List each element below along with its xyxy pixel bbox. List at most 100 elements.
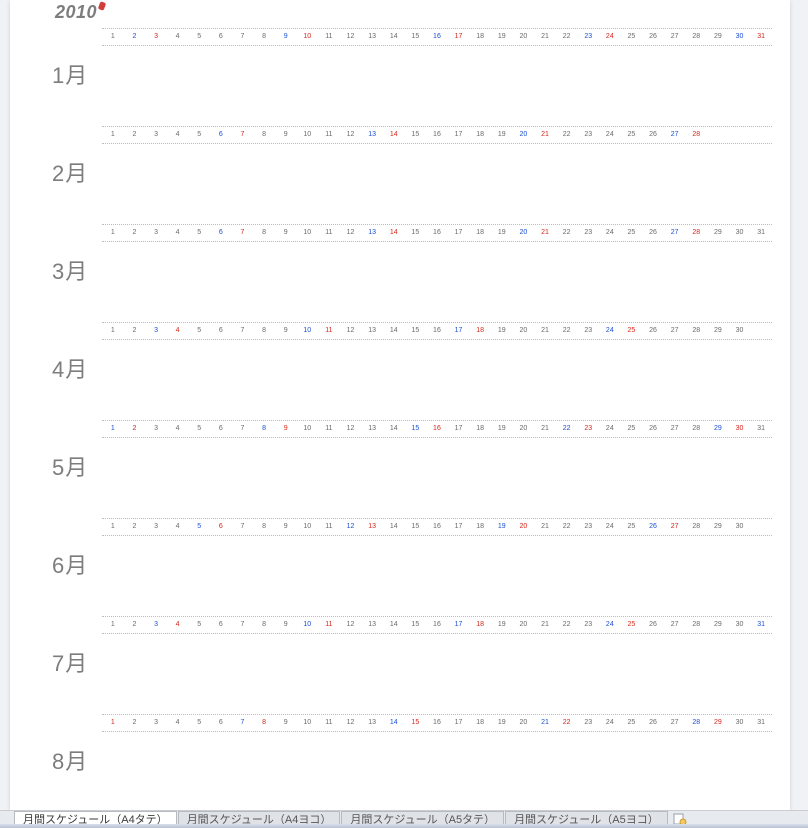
day-number: 17 [448, 127, 470, 143]
day-number: 12 [340, 127, 362, 143]
day-number: 31 [750, 225, 772, 241]
day-number: 17 [448, 519, 470, 535]
day-number: 23 [577, 29, 599, 45]
day-number: 3 [145, 421, 167, 437]
day-number: 22 [556, 715, 578, 731]
day-number: 15 [405, 127, 427, 143]
day-number: 13 [361, 225, 383, 241]
day-number: 21 [534, 421, 556, 437]
day-number-row: 1234567891011121314151617181920212223242… [102, 714, 772, 732]
day-number [750, 323, 772, 339]
day-number: 22 [556, 29, 578, 45]
day-number: 13 [361, 127, 383, 143]
day-number: 15 [405, 225, 427, 241]
day-number: 10 [296, 519, 318, 535]
month-block: 1234567891011121314151617181920212223242… [10, 224, 790, 322]
day-number: 12 [340, 421, 362, 437]
day-number: 31 [750, 715, 772, 731]
day-number: 23 [577, 323, 599, 339]
day-number: 30 [729, 421, 751, 437]
day-number: 18 [469, 127, 491, 143]
day-number: 7 [232, 127, 254, 143]
day-number: 16 [426, 225, 448, 241]
day-number: 22 [556, 421, 578, 437]
day-number: 25 [621, 715, 643, 731]
day-number: 13 [361, 617, 383, 633]
day-number: 26 [642, 617, 664, 633]
day-number: 15 [405, 29, 427, 45]
day-number: 19 [491, 323, 513, 339]
day-number: 30 [729, 323, 751, 339]
day-number: 5 [188, 617, 210, 633]
day-number: 16 [426, 715, 448, 731]
day-number: 21 [534, 519, 556, 535]
day-number: 29 [707, 519, 729, 535]
day-number: 30 [729, 617, 751, 633]
day-number: 22 [556, 225, 578, 241]
day-number: 2 [124, 29, 146, 45]
day-number: 9 [275, 519, 297, 535]
day-number: 14 [383, 29, 405, 45]
day-number: 6 [210, 519, 232, 535]
day-number: 31 [750, 617, 772, 633]
day-number: 31 [750, 421, 772, 437]
paperclip-icon [98, 1, 106, 11]
day-number: 8 [253, 225, 275, 241]
day-number: 16 [426, 519, 448, 535]
day-number: 23 [577, 127, 599, 143]
day-number: 6 [210, 617, 232, 633]
day-number: 18 [469, 617, 491, 633]
day-number: 25 [621, 323, 643, 339]
day-number: 19 [491, 29, 513, 45]
day-number: 20 [513, 715, 535, 731]
day-number: 4 [167, 323, 189, 339]
document-page: 2010 12345678910111213141516171819202122… [10, 0, 790, 810]
day-number: 7 [232, 29, 254, 45]
day-number: 23 [577, 715, 599, 731]
day-number: 2 [124, 421, 146, 437]
day-number: 13 [361, 29, 383, 45]
day-number: 14 [383, 225, 405, 241]
day-number: 3 [145, 715, 167, 731]
day-number: 22 [556, 127, 578, 143]
day-number: 24 [599, 127, 621, 143]
day-number: 2 [124, 323, 146, 339]
day-number: 11 [318, 617, 340, 633]
day-number: 3 [145, 127, 167, 143]
day-number: 13 [361, 519, 383, 535]
day-number: 11 [318, 127, 340, 143]
day-number: 24 [599, 715, 621, 731]
day-number [750, 127, 772, 143]
day-number: 3 [145, 519, 167, 535]
day-number: 17 [448, 29, 470, 45]
year-text: 2010 [55, 2, 97, 22]
day-number: 6 [210, 323, 232, 339]
day-number: 12 [340, 715, 362, 731]
day-number: 27 [664, 519, 686, 535]
day-number: 19 [491, 127, 513, 143]
day-number: 22 [556, 519, 578, 535]
day-number: 2 [124, 225, 146, 241]
day-number: 27 [664, 715, 686, 731]
month-label: 4月 [52, 352, 88, 384]
day-number: 8 [253, 29, 275, 45]
day-number: 20 [513, 421, 535, 437]
day-number: 15 [405, 323, 427, 339]
day-number: 2 [124, 127, 146, 143]
day-number: 26 [642, 323, 664, 339]
month-block: 1234567891011121314151617181920212223242… [10, 420, 790, 518]
day-number: 30 [729, 29, 751, 45]
day-number: 20 [513, 617, 535, 633]
day-number: 19 [491, 519, 513, 535]
day-number: 23 [577, 421, 599, 437]
day-number: 10 [296, 617, 318, 633]
day-number: 18 [469, 225, 491, 241]
day-number: 2 [124, 715, 146, 731]
day-number-row: 1234567891011121314151617181920212223242… [102, 420, 772, 438]
day-number: 25 [621, 127, 643, 143]
month-block: 1234567891011121314151617181920212223242… [10, 616, 790, 714]
day-number: 3 [145, 29, 167, 45]
day-number: 25 [621, 519, 643, 535]
day-number: 6 [210, 127, 232, 143]
day-number: 17 [448, 323, 470, 339]
